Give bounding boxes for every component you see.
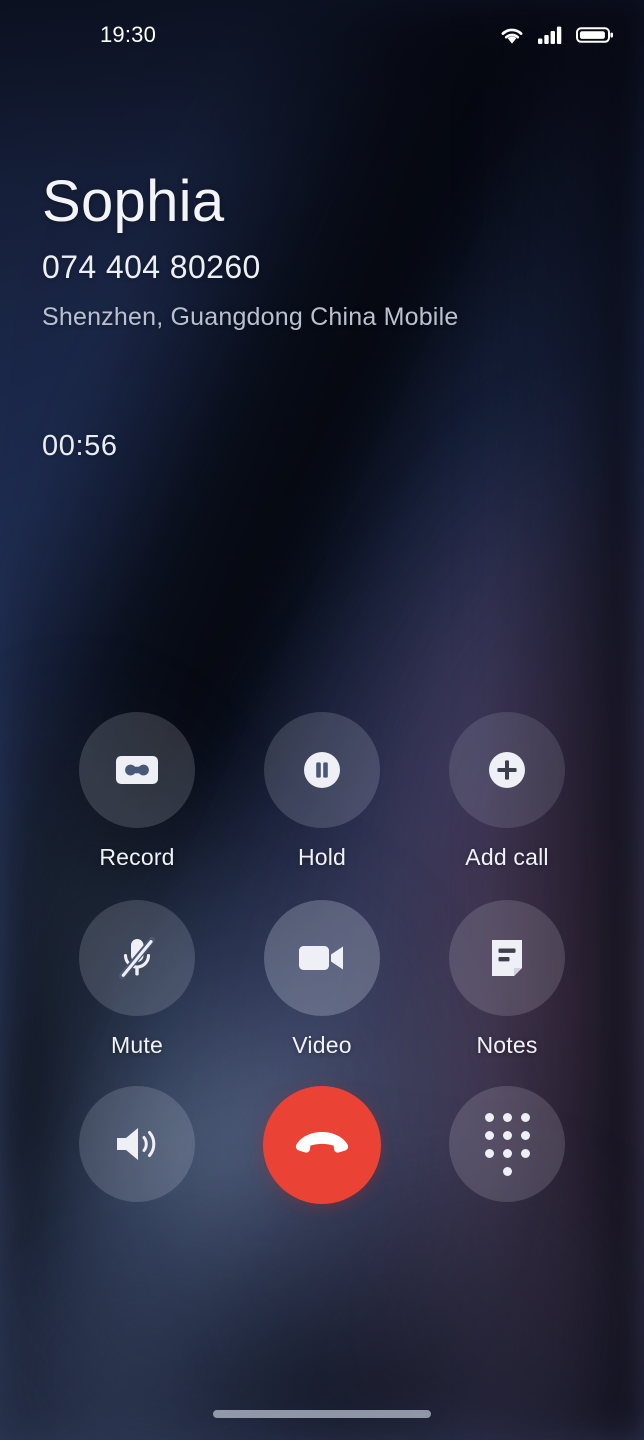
in-call-screen: 19:30 Sophia 074 404 80260 Shenzhen, Gua… xyxy=(0,0,644,1440)
caller-name: Sophia xyxy=(42,169,225,234)
keypad-button[interactable] xyxy=(443,1086,571,1218)
notes-button[interactable]: Notes xyxy=(443,900,571,1059)
add-call-button-circle[interactable] xyxy=(449,712,565,828)
hold-button-label: Hold xyxy=(297,844,347,870)
mute-button-circle[interactable] xyxy=(79,900,195,1016)
speaker-icon xyxy=(112,1123,162,1165)
end-call-handset-icon xyxy=(293,1126,351,1165)
caller-carrier: Shenzhen, Guangdong China Mobile xyxy=(42,302,459,331)
dialpad-row xyxy=(484,1166,530,1176)
dialpad-dot xyxy=(502,1112,512,1122)
dialpad-row xyxy=(484,1130,530,1140)
record-button-label: Record xyxy=(99,844,175,870)
record-button-circle[interactable] xyxy=(79,712,195,828)
end-call-button-circle[interactable] xyxy=(263,1086,381,1204)
mute-button-label: Mute xyxy=(111,1032,163,1058)
battery-icon xyxy=(576,24,614,46)
dialpad-row xyxy=(484,1112,530,1122)
status-bar-clock: 19:30 xyxy=(100,22,157,47)
control-row-2: Mute Video Notes xyxy=(0,900,644,1059)
microphone-muted-icon xyxy=(114,934,160,982)
dialpad-dot xyxy=(502,1130,512,1140)
plus-circle-icon xyxy=(485,748,529,792)
note-page-icon xyxy=(487,935,527,981)
status-bar: 19:30 xyxy=(0,0,644,70)
notes-button-label: Notes xyxy=(476,1032,538,1058)
dialpad-row xyxy=(484,1148,530,1158)
speaker-button[interactable] xyxy=(73,1086,201,1218)
wifi-icon xyxy=(498,24,526,46)
video-button[interactable]: Video xyxy=(258,900,386,1059)
dialpad-icon xyxy=(484,1112,530,1176)
call-duration-timer: 00:56 xyxy=(42,430,118,462)
add-call-button[interactable]: Add call xyxy=(443,712,571,871)
dialpad-dot xyxy=(502,1148,512,1158)
pause-circle-icon xyxy=(300,748,344,792)
cassette-tape-icon xyxy=(114,751,160,789)
caller-number: 074 404 80260 xyxy=(42,248,261,285)
mute-button[interactable]: Mute xyxy=(73,900,201,1059)
end-call-button[interactable] xyxy=(258,1086,386,1220)
dialpad-dot xyxy=(484,1112,494,1122)
call-controls: Record Hold Add call Mute Video Notes xyxy=(0,712,644,1220)
notes-button-circle[interactable] xyxy=(449,900,565,1016)
status-bar-icons xyxy=(498,24,614,46)
keypad-button-circle[interactable] xyxy=(449,1086,565,1202)
dialpad-dot xyxy=(520,1130,530,1140)
hold-button[interactable]: Hold xyxy=(258,712,386,871)
dialpad-dot xyxy=(520,1112,530,1122)
record-button[interactable]: Record xyxy=(73,712,201,871)
hold-button-circle[interactable] xyxy=(264,712,380,828)
speaker-button-circle[interactable] xyxy=(79,1086,195,1202)
cellular-signal-icon xyxy=(537,24,565,46)
dialpad-dot xyxy=(502,1166,512,1176)
dialpad-dot xyxy=(484,1130,494,1140)
video-button-circle[interactable] xyxy=(264,900,380,1016)
caller-info: Sophia 074 404 80260 Shenzhen, Guangdong… xyxy=(42,169,604,332)
control-row-3 xyxy=(0,1086,644,1220)
dialpad-dot xyxy=(484,1148,494,1158)
gesture-home-bar[interactable] xyxy=(213,1410,431,1418)
video-camera-icon xyxy=(297,941,347,975)
control-row-1: Record Hold Add call xyxy=(0,712,644,871)
video-button-label: Video xyxy=(292,1032,352,1058)
dialpad-dot xyxy=(520,1148,530,1158)
add-call-button-label: Add call xyxy=(465,844,549,870)
